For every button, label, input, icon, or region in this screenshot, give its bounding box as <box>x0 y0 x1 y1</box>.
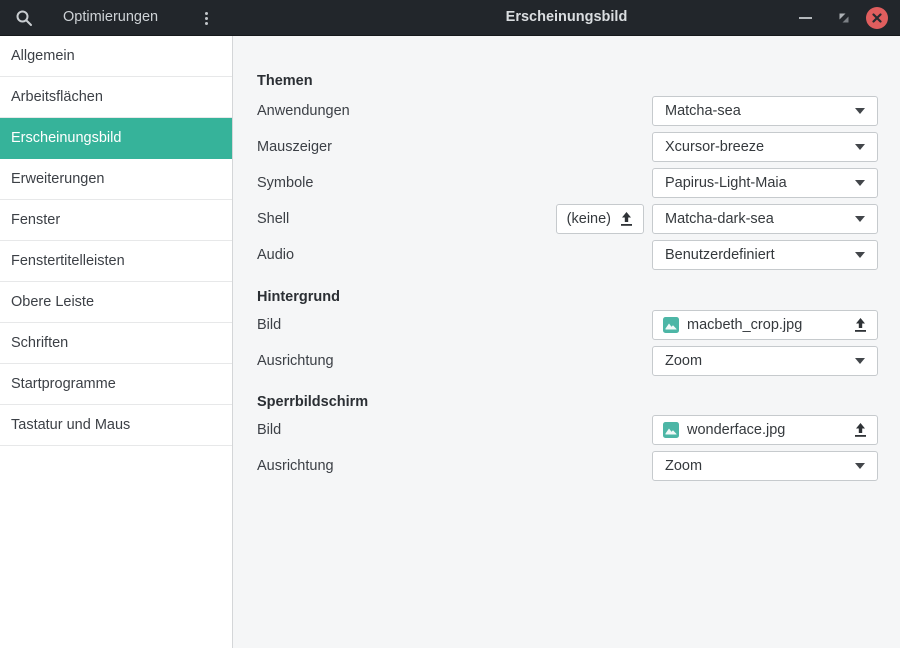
sidebar-item-erweiterungen[interactable]: Erweiterungen <box>0 159 232 200</box>
sidebar-item-fenstertitelleisten[interactable]: Fenstertitelleisten <box>0 241 232 282</box>
row-label: Symbole <box>257 175 313 191</box>
background-adjustment-select[interactable]: Zoom <box>652 346 878 376</box>
row-sperrbildschirm-bild: Bild wonderface.jpg <box>257 415 878 445</box>
image-icon <box>663 317 679 333</box>
sidebar-item-label: Fenster <box>11 212 60 228</box>
sidebar-item-label: Tastatur und Maus <box>11 417 130 433</box>
select-value: Benutzerdefiniert <box>665 247 775 263</box>
upload-icon <box>854 423 867 437</box>
row-label: Ausrichtung <box>257 353 334 369</box>
sidebar-item-label: Obere Leiste <box>11 294 94 310</box>
app-label: Optimierungen <box>63 0 158 35</box>
row-audio: Audio Benutzerdefiniert <box>257 240 878 270</box>
shell-theme-select[interactable]: Matcha-dark-sea <box>652 204 878 234</box>
chevron-down-icon <box>855 252 865 258</box>
sidebar-item-obere-leiste[interactable]: Obere Leiste <box>0 282 232 323</box>
row-label: Anwendungen <box>257 103 350 119</box>
tweaks-window: Optimierungen Erscheinungsbild Allgemein… <box>0 0 900 648</box>
sidebar: Allgemein Arbeitsflächen Erscheinungsbil… <box>0 36 233 648</box>
row-label: Bild <box>257 422 281 438</box>
sidebar-item-label: Fenstertitelleisten <box>11 253 125 269</box>
row-hintergrund-bild: Bild macbeth_crop.jpg <box>257 310 878 340</box>
chevron-down-icon <box>855 180 865 186</box>
row-anwendungen: Anwendungen Matcha-sea <box>257 96 878 126</box>
select-value: Zoom <box>665 353 702 369</box>
sidebar-item-label: Startprogramme <box>11 376 116 392</box>
chevron-down-icon <box>855 108 865 114</box>
sidebar-item-allgemein[interactable]: Allgemein <box>0 36 232 77</box>
select-value: Matcha-dark-sea <box>665 211 774 227</box>
section-heading-themen: Themen <box>257 72 878 90</box>
icon-theme-select[interactable]: Papirus-Light-Maia <box>652 168 878 198</box>
kebab-menu-icon[interactable] <box>199 8 213 28</box>
sidebar-item-fenster[interactable]: Fenster <box>0 200 232 241</box>
sidebar-item-label: Allgemein <box>11 48 75 64</box>
section-heading-sperrbildschirm: Sperrbildschirm <box>257 393 878 411</box>
sidebar-item-startprogramme[interactable]: Startprogramme <box>0 364 232 405</box>
file-name: wonderface.jpg <box>687 422 785 438</box>
row-symbole: Symbole Papirus-Light-Maia <box>257 168 878 198</box>
chevron-down-icon <box>855 216 865 222</box>
headerbar: Optimierungen Erscheinungsbild <box>0 0 900 36</box>
lockscreen-adjustment-select[interactable]: Zoom <box>652 451 878 481</box>
chevron-down-icon <box>855 463 865 469</box>
row-hintergrund-ausrichtung: Ausrichtung Zoom <box>257 346 878 376</box>
sidebar-item-erscheinungsbild[interactable]: Erscheinungsbild <box>0 118 232 159</box>
applications-theme-select[interactable]: Matcha-sea <box>652 96 878 126</box>
background-image-button[interactable]: macbeth_crop.jpg <box>652 310 878 340</box>
section-heading-hintergrund: Hintergrund <box>257 288 878 306</box>
close-x-glyph <box>872 13 882 23</box>
sidebar-item-label: Erscheinungsbild <box>11 130 121 146</box>
sidebar-item-label: Arbeitsflächen <box>11 89 103 105</box>
cursor-theme-select[interactable]: Xcursor-breeze <box>652 132 878 162</box>
select-value: Papirus-Light-Maia <box>665 175 787 191</box>
sound-theme-select[interactable]: Benutzerdefiniert <box>652 240 878 270</box>
sidebar-item-arbeitsflaechen[interactable]: Arbeitsflächen <box>0 77 232 118</box>
file-name: macbeth_crop.jpg <box>687 317 802 333</box>
select-value: Zoom <box>665 458 702 474</box>
minimize-icon[interactable] <box>799 17 812 19</box>
row-shell: Shell (keine) Matcha-dark-sea <box>257 204 878 234</box>
restore-icon[interactable] <box>838 12 850 24</box>
chevron-down-icon <box>855 144 865 150</box>
sidebar-item-label: Schriften <box>11 335 68 351</box>
lockscreen-image-button[interactable]: wonderface.jpg <box>652 415 878 445</box>
shell-theme-file-button[interactable]: (keine) <box>556 204 644 234</box>
row-sperrbildschirm-ausrichtung: Ausrichtung Zoom <box>257 451 878 481</box>
upload-icon <box>620 212 633 226</box>
close-icon[interactable] <box>866 7 888 29</box>
image-icon <box>663 422 679 438</box>
sidebar-item-tastatur-und-maus[interactable]: Tastatur und Maus <box>0 405 232 446</box>
row-label: Mauszeiger <box>257 139 332 155</box>
sidebar-item-label: Erweiterungen <box>11 171 105 187</box>
row-label: Bild <box>257 317 281 333</box>
row-label: Shell <box>257 211 289 227</box>
appearance-page: Themen Anwendungen Matcha-sea Mauszeiger… <box>234 36 900 648</box>
row-label: Ausrichtung <box>257 458 334 474</box>
select-value: Matcha-sea <box>665 103 741 119</box>
search-icon[interactable] <box>15 9 33 27</box>
sidebar-item-schriften[interactable]: Schriften <box>0 323 232 364</box>
row-mauszeiger: Mauszeiger Xcursor-breeze <box>257 132 878 162</box>
upload-icon <box>854 318 867 332</box>
select-value: Xcursor-breeze <box>665 139 764 155</box>
file-none-value: (keine) <box>567 211 611 227</box>
chevron-down-icon <box>855 358 865 364</box>
row-label: Audio <box>257 247 294 263</box>
